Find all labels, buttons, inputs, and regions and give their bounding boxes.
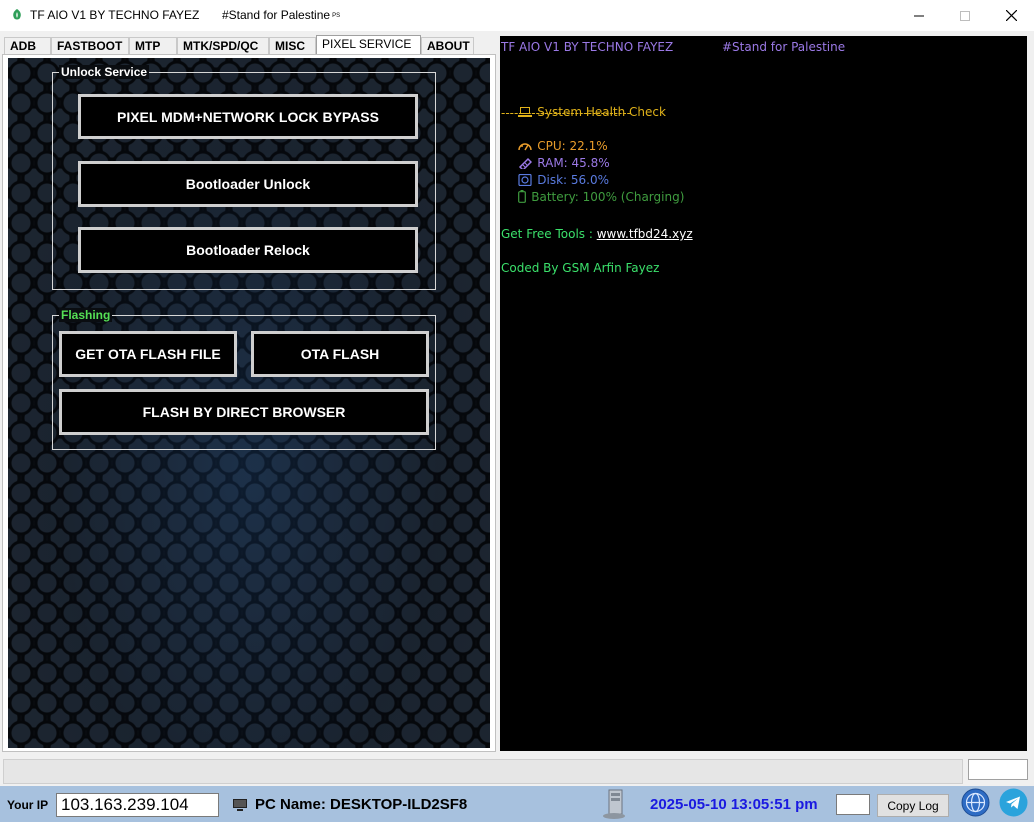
unlock-service-legend: Unlock Service	[59, 65, 150, 79]
flashing-group: Flashing GET OTA FLASH FILE OTA FLASH FL…	[52, 308, 436, 450]
status-box	[968, 759, 1028, 780]
maximize-icon	[960, 10, 970, 21]
flashing-legend: Flashing	[59, 308, 113, 322]
pc-name: PC Name: DESKTOP-ILD2SF8	[255, 796, 468, 813]
window-subtitle: #Stand for Palestine PS	[222, 8, 340, 22]
tab-strip: ADB FASTBOOT MTP MTK/SPD/QC MISC PIXEL S…	[2, 35, 498, 55]
battery-status: Battery: 100% (Charging)	[531, 190, 685, 204]
ip-field[interactable]: 103.163.239.104	[56, 793, 219, 817]
minimize-icon	[914, 15, 924, 16]
tab-about[interactable]: ABOUT	[421, 37, 474, 55]
tab-fastboot[interactable]: FASTBOOT	[51, 37, 129, 55]
pc-icon	[233, 799, 247, 811]
small-input[interactable]	[836, 794, 870, 815]
ota-flash-button[interactable]: OTA FLASH	[251, 331, 429, 377]
pixel-mdm-network-bypass-button[interactable]: PIXEL MDM+NETWORK LOCK BYPASS	[78, 94, 418, 139]
close-button[interactable]	[988, 0, 1034, 31]
health-separator: ------------------------------	[501, 106, 631, 120]
copy-log-button[interactable]: Copy Log	[877, 794, 949, 817]
tab-adb[interactable]: ADB	[4, 37, 51, 55]
free-tools-line: Get Free Tools : www.tfbd24.xyz	[501, 227, 693, 241]
server-icon	[603, 789, 625, 819]
app-icon	[13, 9, 21, 20]
battery-icon	[518, 190, 527, 203]
telegram-icon[interactable]	[999, 788, 1028, 817]
battery-line: Battery: 100% (Charging)	[503, 176, 684, 218]
tab-pixel-service[interactable]: PIXEL SERVICE	[316, 35, 421, 55]
log-header-title: TF AIO V1 BY TECHNO FAYEZ	[501, 40, 674, 54]
maximize-button[interactable]	[942, 0, 988, 31]
window-subtitle-suffix: PS	[332, 12, 341, 19]
status-strip	[3, 759, 963, 784]
tab-mtk-spd-qc[interactable]: MTK/SPD/QC	[177, 37, 269, 55]
close-icon	[1005, 10, 1017, 21]
free-tools-label: Get Free Tools :	[501, 227, 597, 241]
tab-mtp[interactable]: MTP	[129, 37, 177, 55]
title-bar: TF AIO V1 BY TECHNO FAYEZ #Stand for Pal…	[0, 0, 1034, 31]
globe-icon[interactable]	[961, 788, 990, 817]
minimize-button[interactable]	[896, 0, 942, 31]
bottom-bar: Your IP 103.163.239.104 PC Name: DESKTOP…	[0, 786, 1034, 822]
get-ota-flash-file-button[interactable]: GET OTA FLASH FILE	[59, 331, 237, 377]
log-console[interactable]: TF AIO V1 BY TECHNO FAYEZ #Stand for Pal…	[500, 36, 1027, 751]
ip-label: Your IP	[7, 798, 49, 812]
free-tools-link[interactable]: www.tfbd24.xyz	[597, 227, 693, 241]
window-title: TF AIO V1 BY TECHNO FAYEZ	[30, 8, 200, 22]
log-header-subtitle: #Stand for Palestine	[722, 40, 846, 54]
bootloader-unlock-button[interactable]: Bootloader Unlock	[78, 161, 418, 207]
flash-by-direct-browser-button[interactable]: FLASH BY DIRECT BROWSER	[59, 389, 429, 435]
credit-line: Coded By GSM Arfin Fayez	[501, 261, 660, 275]
window-subtitle-text: #Stand for Palestine	[222, 8, 331, 22]
pixel-service-panel: Unlock Service PIXEL MDM+NETWORK LOCK BY…	[8, 58, 490, 748]
bootloader-relock-button[interactable]: Bootloader Relock	[78, 227, 418, 273]
unlock-service-group: Unlock Service PIXEL MDM+NETWORK LOCK BY…	[52, 65, 436, 290]
tab-misc[interactable]: MISC	[269, 37, 316, 55]
date-time: 2025-05-10 13:05:51 pm	[650, 796, 818, 813]
